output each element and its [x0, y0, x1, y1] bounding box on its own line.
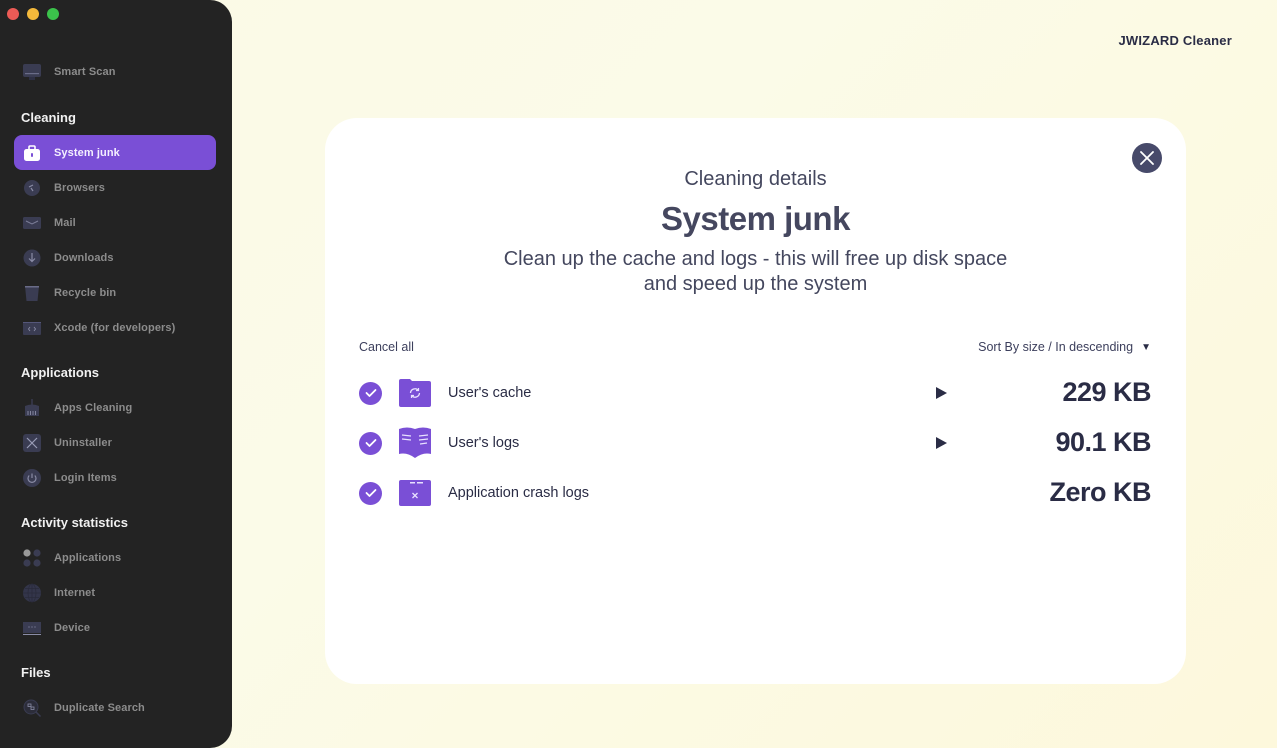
power-icon: [22, 468, 42, 488]
sidebar-item-mail[interactable]: Mail: [14, 205, 216, 240]
cleaning-details-panel: Cleaning details System junk Clean up th…: [325, 118, 1186, 684]
sidebar-item-uninstaller[interactable]: Uninstaller: [14, 425, 216, 460]
sort-label: Sort By size / In descending: [978, 340, 1134, 354]
list-item-users-cache[interactable]: User's cache 229 KB: [359, 375, 1151, 411]
window-zoom-button[interactable]: [47, 8, 59, 20]
item-checkbox[interactable]: [359, 481, 382, 505]
laptop-icon: [22, 618, 42, 638]
app-brand: JWIZARD Cleaner: [1118, 33, 1232, 48]
item-size: Zero KB: [1049, 477, 1151, 507]
window-minimize-button[interactable]: [27, 8, 39, 20]
section-title-applications: Applications: [21, 365, 100, 380]
panel-title: System junk: [661, 200, 850, 237]
sidebar-item-smart-scan[interactable]: Smart Scan: [14, 54, 216, 89]
folder-x-icon: [398, 476, 432, 510]
sidebar: Smart Scan Cleaning System junk Browsers…: [0, 0, 232, 748]
globe-icon: [22, 583, 42, 603]
sort-dropdown[interactable]: Sort By size / In descending ▼: [978, 340, 1151, 354]
sidebar-item-internet[interactable]: Internet: [14, 575, 216, 610]
x-box-icon: [22, 433, 42, 453]
window-close-button[interactable]: [7, 8, 19, 20]
list-item-users-logs[interactable]: User's logs 90.1 KB: [359, 425, 1151, 461]
list-item-application-crash-logs[interactable]: Application crash logs Zero KB: [359, 475, 1151, 511]
item-label: User's cache: [448, 385, 532, 401]
sidebar-item-device[interactable]: Device: [14, 610, 216, 645]
compass-icon: [22, 178, 42, 198]
section-title-activity-statistics: Activity statistics: [21, 515, 128, 530]
section-title-files: Files: [21, 665, 51, 680]
item-label: Application crash logs: [448, 485, 590, 501]
close-icon: [1140, 151, 1154, 165]
sidebar-item-xcode[interactable]: Xcode (for developers): [14, 310, 216, 345]
panel-subtitle: Cleaning details: [684, 168, 827, 190]
checkmark-icon: [365, 439, 376, 447]
grid-dots-icon: [22, 548, 42, 568]
download-icon: [22, 248, 42, 268]
item-checkbox[interactable]: [359, 431, 382, 455]
expand-arrow-icon[interactable]: [934, 385, 948, 401]
item-checkbox[interactable]: [359, 381, 382, 405]
code-icon: [22, 318, 42, 338]
checkmark-icon: [365, 489, 376, 497]
trash-icon: [22, 283, 42, 303]
magnifier-icon: [22, 698, 42, 718]
sidebar-item-recycle-bin[interactable]: Recycle bin: [14, 275, 216, 310]
item-label: User's logs: [448, 435, 520, 451]
window-controls: [7, 8, 59, 20]
caret-down-icon: ▼: [1141, 341, 1151, 353]
broom-icon: [22, 398, 42, 418]
sidebar-item-activity-applications[interactable]: Applications: [14, 540, 216, 575]
folder-sync-icon: [398, 376, 432, 410]
sidebar-item-browsers[interactable]: Browsers: [14, 170, 216, 205]
section-title-cleaning: Cleaning: [21, 110, 76, 125]
panel-description: Clean up the cache and logs - this will …: [503, 248, 1008, 295]
briefcase-icon: [22, 143, 42, 163]
sidebar-item-apps-cleaning[interactable]: Apps Cleaning: [14, 390, 216, 425]
cancel-all-button[interactable]: Cancel all: [359, 340, 414, 354]
book-icon: [398, 426, 432, 460]
sidebar-item-login-items[interactable]: Login Items: [14, 460, 216, 495]
expand-arrow-icon[interactable]: [934, 435, 948, 451]
checkmark-icon: [365, 389, 376, 397]
item-size: 229 KB: [1062, 377, 1151, 407]
monitor-icon: [22, 62, 42, 82]
item-size: 90.1 KB: [1055, 427, 1151, 457]
envelope-icon: [22, 213, 42, 233]
sidebar-item-system-junk[interactable]: System junk: [14, 135, 216, 170]
sidebar-item-downloads[interactable]: Downloads: [14, 240, 216, 275]
sidebar-item-duplicate-search[interactable]: Duplicate Search: [14, 690, 216, 725]
